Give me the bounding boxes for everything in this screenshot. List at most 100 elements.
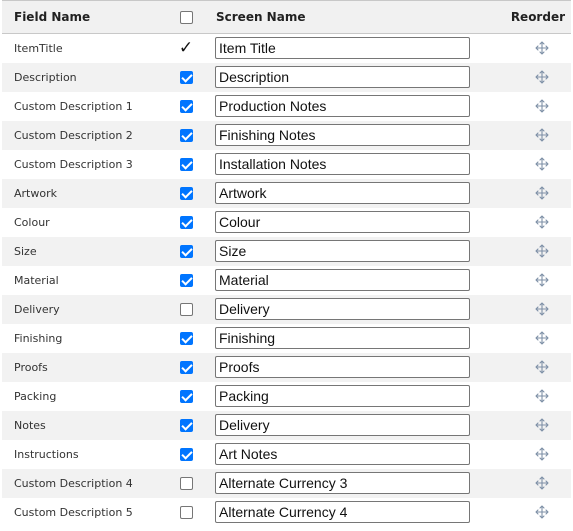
screen-name-cell	[208, 295, 479, 324]
table-header-row: Field Name Screen Name Reorder	[2, 0, 571, 34]
visibility-cell	[164, 382, 208, 411]
visibility-checkbox[interactable]	[179, 273, 193, 287]
move-arrows-icon[interactable]	[535, 273, 549, 287]
visibility-checkbox[interactable]	[179, 70, 193, 84]
reorder-cell	[479, 208, 571, 237]
field-name: Size	[14, 244, 37, 258]
visibility-checkbox[interactable]	[179, 476, 193, 490]
screen-name-cell	[208, 324, 479, 353]
screen-name-input[interactable]	[215, 269, 470, 291]
visibility-checkbox[interactable]	[179, 331, 193, 345]
visibility-checkbox[interactable]	[179, 128, 193, 142]
screen-name-cell	[208, 440, 479, 469]
screen-name-cell	[208, 34, 479, 63]
table-row: Custom Description 4	[2, 468, 571, 498]
select-all-checkbox[interactable]	[179, 11, 193, 24]
visibility-checkbox[interactable]	[179, 186, 193, 200]
visibility-checkbox[interactable]	[179, 505, 193, 519]
visibility-checkbox[interactable]	[179, 99, 193, 113]
visibility-checkbox[interactable]	[179, 360, 193, 374]
move-arrows-icon[interactable]	[535, 244, 549, 258]
table-row: Colour	[2, 208, 571, 237]
move-arrows-icon[interactable]	[535, 331, 549, 345]
screen-name-cell	[208, 63, 479, 92]
screen-name-cell	[208, 353, 479, 382]
move-arrows-icon[interactable]	[535, 70, 549, 84]
screen-name-input[interactable]	[215, 327, 470, 349]
screen-name-input[interactable]	[215, 153, 470, 175]
move-arrows-icon[interactable]	[535, 505, 549, 519]
move-arrows-icon[interactable]	[535, 389, 549, 403]
visibility-checkbox[interactable]	[179, 302, 193, 316]
field-name: Packing	[14, 389, 57, 403]
screen-name-input[interactable]	[215, 414, 470, 436]
visibility-cell	[164, 208, 208, 237]
screen-name-input[interactable]	[215, 240, 470, 262]
screen-name-input[interactable]	[215, 501, 470, 523]
screen-name-input[interactable]	[215, 298, 470, 320]
move-arrows-icon[interactable]	[535, 360, 549, 374]
screen-name-input[interactable]	[215, 356, 470, 378]
screen-name-cell	[208, 498, 479, 527]
visibility-checkbox[interactable]	[179, 447, 193, 461]
reorder-cell	[479, 150, 571, 179]
field-name: Finishing	[14, 331, 63, 345]
table-row: Size	[2, 236, 571, 266]
table-row: Notes	[2, 410, 571, 440]
reorder-cell	[479, 266, 571, 295]
table-body: ItemTitle ✓ Description Custom Description …	[2, 34, 571, 527]
visibility-cell	[164, 237, 208, 266]
reorder-cell	[479, 469, 571, 498]
visibility-checkbox[interactable]	[179, 157, 193, 171]
reorder-cell	[479, 498, 571, 527]
header-field-name: Field Name	[14, 10, 91, 24]
table-row: Packing	[2, 382, 571, 411]
visibility-cell	[164, 411, 208, 440]
field-name: Description	[14, 70, 77, 84]
screen-name-cell	[208, 266, 479, 295]
field-name: Material	[14, 273, 59, 287]
screen-name-input[interactable]	[215, 66, 470, 88]
screen-name-cell	[208, 208, 479, 237]
visibility-cell	[164, 295, 208, 324]
field-name: Custom Description 4	[14, 476, 133, 490]
visibility-cell	[164, 150, 208, 179]
visibility-checkbox[interactable]	[179, 215, 193, 229]
move-arrows-icon[interactable]	[535, 128, 549, 142]
field-name: Custom Description 2	[14, 128, 133, 142]
screen-name-input[interactable]	[215, 385, 470, 407]
visibility-checkbox[interactable]	[179, 244, 193, 258]
screen-name-input[interactable]	[215, 124, 470, 146]
screen-name-input[interactable]	[215, 182, 470, 204]
table-row: Artwork	[2, 178, 571, 208]
move-arrows-icon[interactable]	[535, 41, 549, 55]
visibility-cell	[164, 469, 208, 498]
screen-name-input[interactable]	[215, 211, 470, 233]
reorder-cell	[479, 324, 571, 353]
move-arrows-icon[interactable]	[535, 418, 549, 432]
move-arrows-icon[interactable]	[535, 186, 549, 200]
visibility-checkbox[interactable]	[179, 389, 193, 403]
reorder-cell	[479, 34, 571, 63]
reorder-cell	[479, 353, 571, 382]
visibility-cell: ✓	[164, 34, 208, 63]
move-arrows-icon[interactable]	[535, 302, 549, 316]
table-row: Custom Description 1	[2, 92, 571, 121]
field-settings-table: Field Name Screen Name Reorder ItemTitle…	[2, 0, 571, 527]
field-name: ItemTitle	[14, 41, 63, 55]
table-row: Material	[2, 266, 571, 295]
move-arrows-icon[interactable]	[535, 157, 549, 171]
visibility-checkbox[interactable]	[179, 418, 193, 432]
screen-name-input[interactable]	[215, 472, 470, 494]
move-arrows-icon[interactable]	[535, 215, 549, 229]
move-arrows-icon[interactable]	[535, 99, 549, 113]
move-arrows-icon[interactable]	[535, 447, 549, 461]
screen-name-input[interactable]	[215, 95, 470, 117]
table-row: Delivery	[2, 294, 571, 324]
move-arrows-icon[interactable]	[535, 476, 549, 490]
screen-name-input[interactable]	[215, 443, 470, 465]
screen-name-input[interactable]	[215, 37, 470, 60]
field-name: Custom Description 5	[14, 505, 133, 519]
visibility-cell	[164, 121, 208, 150]
reorder-cell	[479, 295, 571, 324]
